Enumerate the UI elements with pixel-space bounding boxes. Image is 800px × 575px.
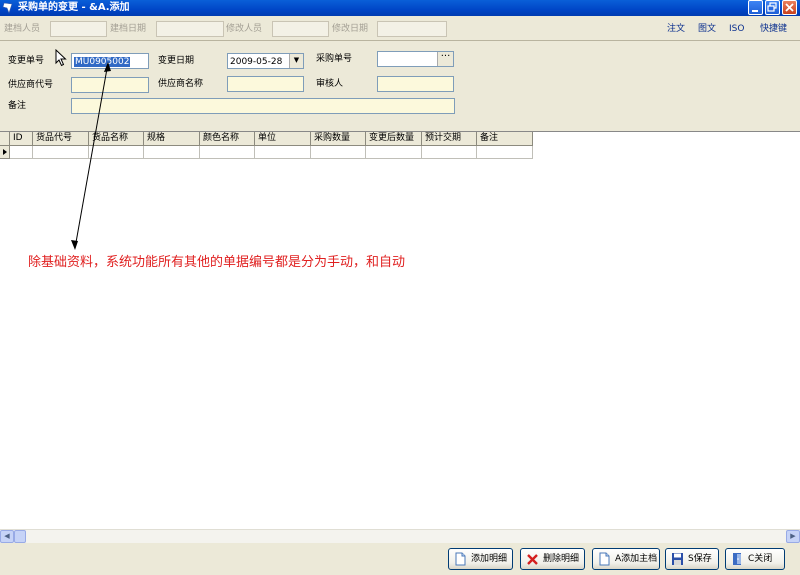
cell-changed-qty[interactable] bbox=[366, 146, 422, 159]
created-date-field bbox=[156, 21, 224, 37]
modified-date-field bbox=[377, 21, 447, 37]
save-button[interactable]: S保存 bbox=[665, 548, 719, 570]
floppy-disk-icon bbox=[672, 553, 683, 565]
horizontal-scrollbar[interactable]: ◀ ▶ bbox=[0, 529, 800, 543]
change-date-picker[interactable]: 2009-05-28 ▼ bbox=[227, 53, 304, 69]
title-bar: 采购单的变更 - &A.添加 bbox=[0, 0, 800, 16]
delete-detail-button[interactable]: 删除明细 bbox=[520, 548, 585, 570]
cell-id[interactable] bbox=[10, 146, 33, 159]
add-detail-label: 添加明细 bbox=[471, 554, 508, 564]
change-date-value: 2009-05-28 bbox=[230, 57, 283, 67]
add-detail-button[interactable]: 添加明细 bbox=[448, 548, 513, 570]
col-item-name[interactable]: 货品名称 bbox=[89, 132, 144, 146]
cell-spec[interactable] bbox=[144, 146, 200, 159]
po-no-input[interactable]: ··· bbox=[377, 51, 454, 67]
scroll-thumb[interactable] bbox=[14, 530, 26, 543]
supplier-code-label: 供应商代号 bbox=[8, 80, 54, 90]
close-window-button[interactable] bbox=[782, 0, 797, 15]
minimize-icon bbox=[752, 10, 758, 12]
reviewer-label: 审核人 bbox=[316, 79, 344, 89]
cell-item-name[interactable] bbox=[89, 146, 144, 159]
grid-corner bbox=[0, 132, 10, 146]
restore-button[interactable] bbox=[765, 0, 780, 15]
save-label: S保存 bbox=[688, 554, 712, 564]
col-purchase-qty[interactable]: 采购数量 bbox=[311, 132, 366, 146]
app-icon bbox=[2, 2, 13, 14]
col-id[interactable]: ID bbox=[10, 132, 33, 146]
link-iso[interactable]: ISO bbox=[729, 24, 744, 34]
annotation-text: 除基础资料，系统功能所有其他的单据编号都是分为手动，和自动 bbox=[28, 255, 406, 270]
col-item-code[interactable]: 货品代号 bbox=[33, 132, 89, 146]
audit-toolbar: 建档人员 建档日期 修改人员 修改日期 注文 图文 ISO 快捷键 bbox=[0, 16, 800, 41]
close-button[interactable]: C关闭 bbox=[725, 548, 785, 570]
link-illustrations[interactable]: 图文 bbox=[698, 24, 716, 34]
created-by-label: 建档人员 bbox=[4, 24, 41, 34]
modified-by-field bbox=[272, 21, 329, 37]
remark-input[interactable] bbox=[71, 98, 455, 114]
current-row-indicator[interactable] bbox=[0, 146, 10, 159]
remark-label: 备注 bbox=[8, 101, 27, 111]
change-date-label: 变更日期 bbox=[158, 56, 195, 66]
link-shortcuts[interactable]: 快捷键 bbox=[760, 24, 787, 34]
col-changed-qty[interactable]: 变更后数量 bbox=[366, 132, 422, 146]
lookup-ellipsis-icon[interactable]: ··· bbox=[437, 52, 453, 66]
supplier-code-input[interactable] bbox=[71, 77, 149, 93]
close-icon bbox=[785, 3, 794, 12]
col-color-name[interactable]: 颜色名称 bbox=[200, 132, 255, 146]
supplier-name-input[interactable] bbox=[227, 76, 304, 92]
col-spec[interactable]: 规格 bbox=[144, 132, 200, 146]
modified-by-label: 修改人员 bbox=[226, 24, 263, 34]
cell-purchase-qty[interactable] bbox=[311, 146, 366, 159]
modified-date-label: 修改日期 bbox=[332, 24, 369, 34]
restore-icon bbox=[767, 2, 777, 12]
link-notes[interactable]: 注文 bbox=[667, 24, 685, 34]
created-by-field bbox=[50, 21, 107, 37]
po-no-label: 采购单号 bbox=[316, 54, 353, 64]
cell-expected-delivery[interactable] bbox=[422, 146, 477, 159]
new-document-icon bbox=[599, 552, 610, 566]
scroll-left-icon[interactable]: ◀ bbox=[0, 530, 14, 543]
change-no-input[interactable]: MU0905002 bbox=[71, 53, 149, 69]
scroll-right-icon[interactable]: ▶ bbox=[786, 530, 800, 543]
minimize-button[interactable] bbox=[748, 0, 763, 15]
cell-remark[interactable] bbox=[477, 146, 533, 159]
change-no-value: MU0905002 bbox=[74, 57, 131, 67]
delete-detail-label: 删除明细 bbox=[543, 554, 580, 564]
header-form: 变更单号 MU0905002 变更日期 2009-05-28 ▼ 采购单号 ··… bbox=[0, 42, 800, 130]
cell-item-code[interactable] bbox=[33, 146, 89, 159]
detail-grid[interactable]: ID 货品代号 货品名称 规格 颜色名称 单位 采购数量 变更后数量 预计交期 … bbox=[0, 131, 800, 543]
col-expected-delivery[interactable]: 预计交期 bbox=[422, 132, 477, 146]
close-label: C关闭 bbox=[748, 554, 773, 564]
cell-color-name[interactable] bbox=[200, 146, 255, 159]
add-master-label: A添加主档 bbox=[615, 554, 658, 564]
supplier-name-label: 供应商名称 bbox=[158, 79, 204, 89]
cell-unit[interactable] bbox=[255, 146, 311, 159]
col-remark[interactable]: 备注 bbox=[477, 132, 533, 146]
exit-door-icon bbox=[733, 553, 741, 565]
mouse-cursor-icon bbox=[55, 49, 67, 67]
footer-buttons: 添加明细 删除明细 A添加主档 S保存 C关闭 bbox=[0, 543, 800, 575]
col-unit[interactable]: 单位 bbox=[255, 132, 311, 146]
new-document-icon bbox=[455, 552, 466, 566]
add-master-button[interactable]: A添加主档 bbox=[592, 548, 660, 570]
delete-x-icon bbox=[527, 554, 538, 565]
reviewer-input[interactable] bbox=[377, 76, 454, 92]
window-title: 采购单的变更 - &A.添加 bbox=[18, 2, 130, 13]
chevron-down-icon[interactable]: ▼ bbox=[289, 54, 303, 68]
created-date-label: 建档日期 bbox=[110, 24, 147, 34]
change-no-label: 变更单号 bbox=[8, 56, 45, 66]
